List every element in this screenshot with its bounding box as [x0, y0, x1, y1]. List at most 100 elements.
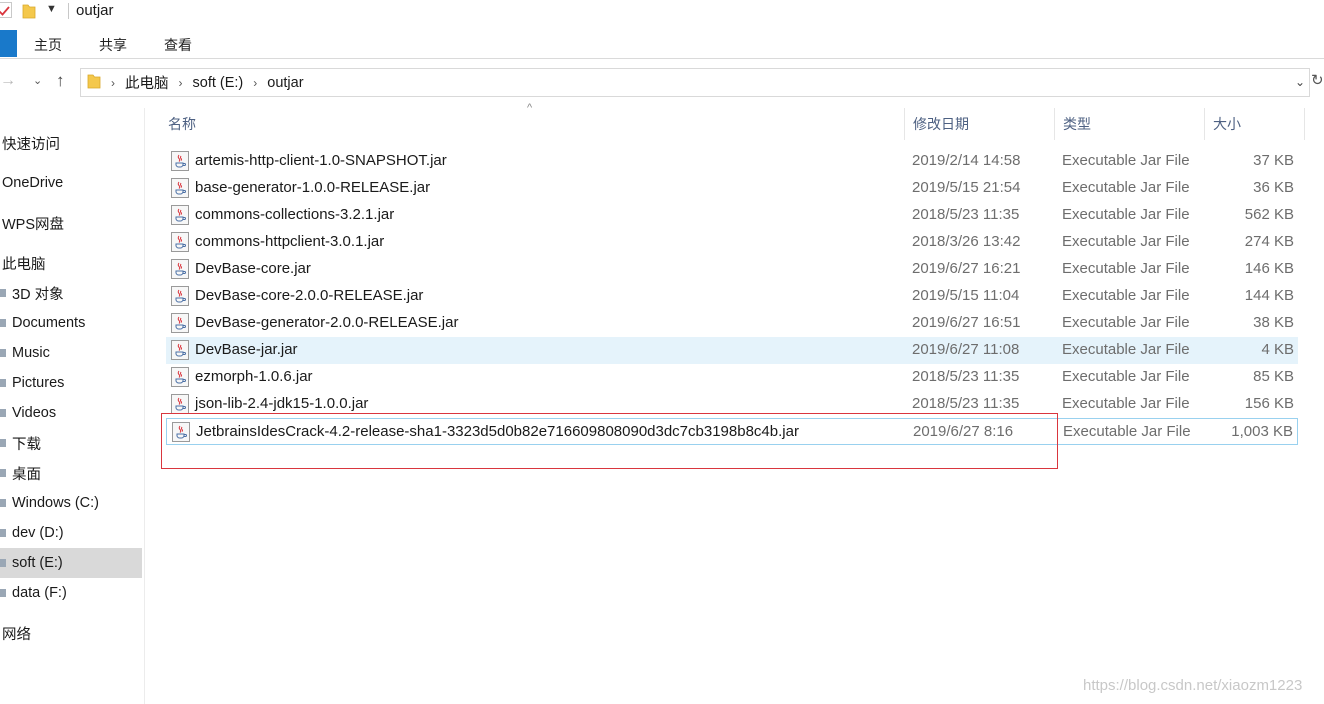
file-type: Executable Jar File — [1062, 287, 1190, 304]
file-size: 144 KB — [1244, 287, 1294, 304]
forward-arrow-icon[interactable]: → — [0, 72, 16, 90]
column-header-type[interactable]: 类型 — [1055, 108, 1205, 140]
column-header-name[interactable]: 名称 — [160, 108, 905, 140]
address-bar[interactable]: › 此电脑 › soft (E:) › outjar ⌄ — [80, 68, 1310, 97]
file-modified-date: 2019/6/27 11:08 — [912, 341, 1020, 358]
breadcrumb-this-pc[interactable]: 此电脑 — [125, 72, 169, 93]
title-separator — [68, 3, 69, 19]
watermark: https://blog.csdn.net/xiaozm1223 — [1083, 677, 1303, 694]
file-type: Executable Jar File — [1062, 314, 1190, 331]
location-icon — [0, 587, 8, 599]
column-header-type-label: 类型 — [1063, 116, 1091, 132]
navigation-pane: 快速访问 OneDrive WPS网盘此电脑 3D 对象 Documents Music P… — [0, 108, 145, 704]
file-row[interactable]: DevBase-generator-2.0.0-RELEASE.jar 2019/… — [166, 310, 1298, 337]
file-modified-date: 2019/6/27 16:21 — [912, 260, 1021, 277]
breadcrumb-soft-drive[interactable]: soft (E:) — [193, 75, 244, 91]
sidebar-item[interactable]: Windows (C:) — [0, 488, 142, 518]
column-header-date-label: 修改日期 — [913, 116, 969, 132]
file-tab[interactable] — [0, 30, 17, 57]
breadcrumb-chevron-icon[interactable]: › — [111, 76, 115, 90]
file-type: Executable Jar File — [1062, 341, 1190, 358]
file-name: ezmorph-1.0.6.jar — [195, 368, 313, 385]
file-list: ^ 名称 修改日期 类型 大小 artemis-http-client-1.0-… — [160, 102, 1310, 698]
file-modified-date: 2019/5/15 11:04 — [912, 287, 1020, 304]
breadcrumb-chevron-icon[interactable]: › — [179, 76, 183, 90]
tab-view[interactable]: 查看 — [164, 35, 192, 55]
jar-file-icon — [171, 151, 189, 171]
sidebar-item-label: Music — [12, 345, 50, 361]
sidebar-item[interactable]: data (F:) — [0, 578, 142, 608]
location-icon — [0, 347, 8, 359]
file-type: Executable Jar File — [1062, 260, 1190, 277]
sidebar-item-label: 3D 对象 — [12, 286, 64, 303]
sidebar-item-label: OneDrive — [2, 175, 64, 191]
jar-file-icon — [171, 394, 189, 414]
sidebar-item[interactable]: OneDrive — [0, 168, 142, 198]
breadcrumb-chevron-icon[interactable]: › — [253, 76, 257, 90]
file-modified-date: 2019/6/27 16:51 — [912, 314, 1021, 331]
folder-icon[interactable] — [22, 3, 36, 24]
quick-access-dropdown-icon[interactable]: ▼ — [46, 3, 57, 15]
sidebar-item[interactable]: Pictures — [0, 368, 142, 398]
sidebar-item[interactable]: soft (E:) — [0, 548, 142, 578]
up-arrow-icon[interactable]: ↑ — [56, 71, 65, 91]
sidebar-item[interactable]: 下载 — [0, 428, 142, 458]
sidebar-item-label: 网络 — [2, 626, 31, 643]
sidebar-item-label: 下载 — [12, 436, 41, 453]
sidebar-item-label: soft (E:) — [12, 555, 63, 571]
file-name: DevBase-jar.jar — [195, 341, 298, 358]
file-row[interactable]: base-generator-1.0.0-RELEASE.jar 2019/5/1… — [166, 175, 1298, 202]
file-size: 274 KB — [1244, 233, 1294, 250]
file-size: 146 KB — [1244, 260, 1294, 277]
sidebar-item[interactable]: Music — [0, 338, 142, 368]
location-icon — [0, 407, 8, 419]
jar-file-icon — [171, 232, 189, 252]
sidebar-item[interactable]: 网络 — [0, 618, 142, 648]
file-modified-date: 2019/2/14 14:58 — [912, 152, 1021, 169]
checkbox-icon[interactable] — [0, 2, 12, 18]
sidebar-item-label: 桌面 — [12, 466, 41, 483]
sidebar-item[interactable]: 3D 对象 — [0, 278, 142, 308]
sidebar-item[interactable]: WPS网盘 — [0, 208, 142, 238]
file-name: commons-httpclient-3.0.1.jar — [195, 233, 385, 250]
folder-icon — [87, 73, 101, 93]
address-dropdown-icon[interactable]: ⌄ — [1295, 75, 1305, 89]
column-header-size[interactable]: 大小 — [1205, 108, 1305, 140]
file-row[interactable]: ezmorph-1.0.6.jar 2018/5/23 11:35 Executab… — [166, 364, 1298, 391]
file-size: 156 KB — [1244, 395, 1294, 412]
file-row[interactable]: DevBase-core.jar 2019/6/27 16:21 Executabl… — [166, 256, 1298, 283]
file-row[interactable]: DevBase-jar.jar 2019/6/27 11:08 Executable… — [166, 337, 1298, 364]
file-name: commons-collections-3.2.1.jar — [195, 206, 395, 223]
file-row[interactable]: commons-httpclient-3.0.1.jar 2018/3/26 13… — [166, 229, 1298, 256]
refresh-icon[interactable]: ↻ — [1311, 71, 1324, 89]
file-size: 37 KB — [1253, 152, 1294, 169]
column-header-date[interactable]: 修改日期 — [905, 108, 1055, 140]
file-row[interactable]: artemis-http-client-1.0-SNAPSHOT.jar 2019… — [166, 148, 1298, 175]
file-modified-date: 2018/5/23 11:35 — [912, 368, 1020, 385]
recent-locations-chevron-icon[interactable]: ⌄ — [33, 74, 42, 87]
file-type: Executable Jar File — [1062, 206, 1190, 223]
sidebar-item[interactable]: dev (D:) — [0, 518, 142, 548]
file-name: DevBase-core-2.0.0-RELEASE.jar — [195, 287, 424, 304]
sidebar-item[interactable]: Videos — [0, 398, 142, 428]
sidebar-item[interactable]: 桌面 — [0, 458, 142, 488]
tab-home[interactable]: 主页 — [34, 35, 62, 55]
location-icon — [0, 377, 8, 389]
breadcrumb-outjar[interactable]: outjar — [267, 75, 303, 91]
column-header-size-label: 大小 — [1213, 116, 1241, 132]
location-icon — [0, 317, 8, 329]
file-name: base-generator-1.0.0-RELEASE.jar — [195, 179, 431, 196]
file-name: artemis-http-client-1.0-SNAPSHOT.jar — [195, 152, 447, 169]
sidebar-item[interactable]: 此电脑 — [0, 248, 142, 278]
file-size: 38 KB — [1253, 314, 1294, 331]
tab-share[interactable]: 共享 — [99, 35, 127, 55]
file-row[interactable]: commons-collections-3.2.1.jar 2018/5/23 1… — [166, 202, 1298, 229]
file-modified-date: 2019/5/15 21:54 — [912, 179, 1021, 196]
sidebar-item[interactable]: Documents — [0, 308, 142, 338]
sidebar-item[interactable]: 快速访问 — [0, 128, 142, 158]
file-row[interactable]: DevBase-core-2.0.0-RELEASE.jar 2019/5/15 … — [166, 283, 1298, 310]
jar-file-icon — [171, 205, 189, 225]
file-type: Executable Jar File — [1062, 395, 1190, 412]
file-modified-date: 2018/5/23 11:35 — [912, 206, 1020, 223]
sidebar-item-label: Videos — [12, 405, 57, 421]
